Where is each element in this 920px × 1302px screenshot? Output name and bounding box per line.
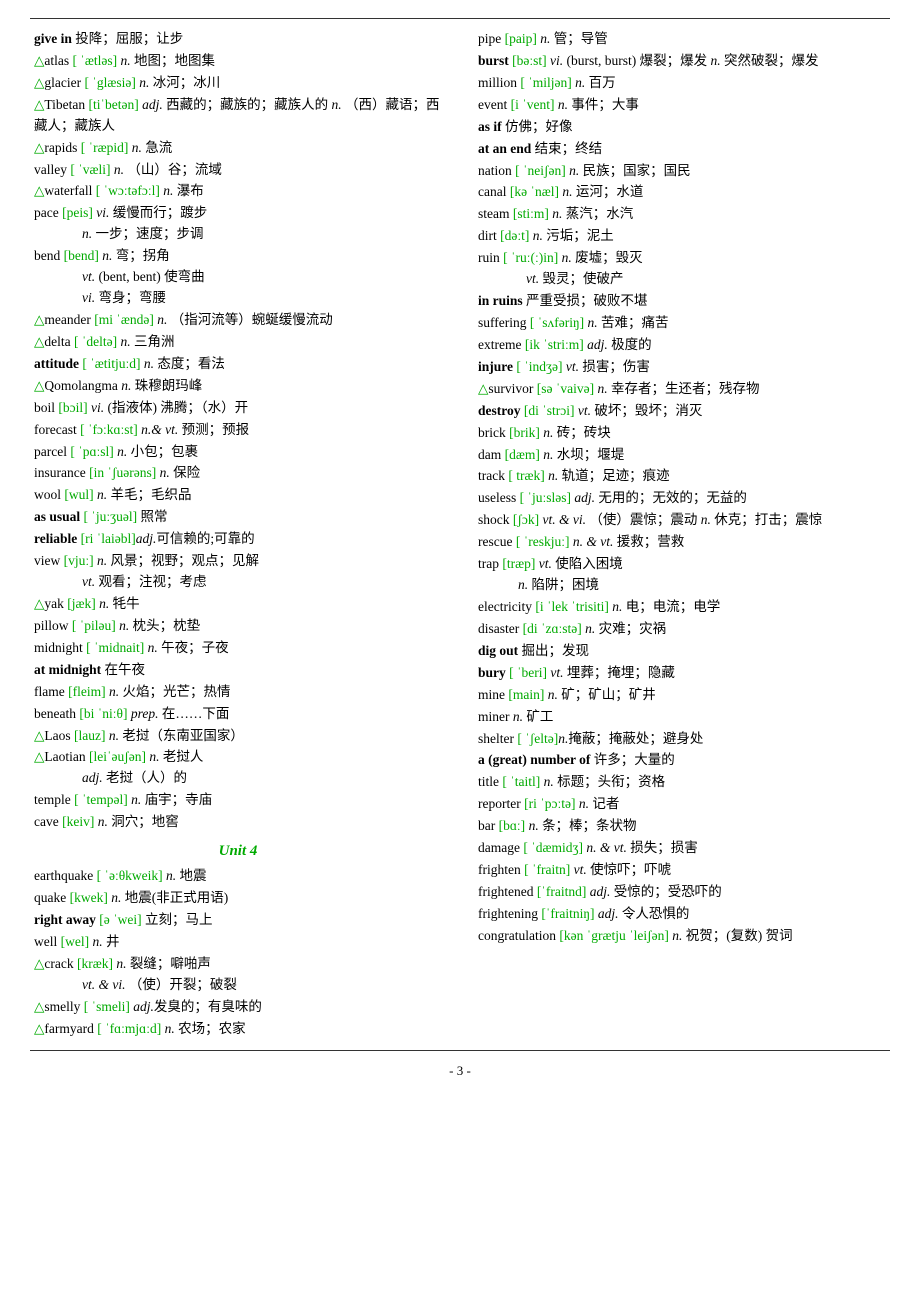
entry-million: million [ ˈmiljən] n. 百万 bbox=[478, 73, 890, 94]
entry-meander: △meander [mi ˈændə] n. （指河流等）蜿蜒缓慢流动 bbox=[34, 310, 442, 331]
entry-as-usual: as usual [ ˈjuːʒuəl] 照常 bbox=[34, 507, 442, 528]
entry-flame: flame [fleim] n. 火焰；光芒；热情 bbox=[34, 682, 442, 703]
entry-shelter: shelter [ ˈʃeltə]n.掩蔽；掩蔽处；避身处 bbox=[478, 729, 890, 750]
entry-boil: boil [bɔil] vi. (指液体) 沸腾；（水）开 bbox=[34, 398, 442, 419]
entry-bury: bury [ ˈberi] vt. 埋葬；掩埋；隐藏 bbox=[478, 663, 890, 684]
bottom-border bbox=[30, 1050, 890, 1051]
unit-header-4: Unit 4 bbox=[34, 843, 442, 860]
entry-earthquake: earthquake [ ˈəːθkweik] n. 地震 bbox=[34, 866, 442, 887]
entry-forecast: forecast [ ˈfɔːkɑːst] n.& vt. 预测；预报 bbox=[34, 420, 442, 441]
entry-track: track [ træk] n. 轨道；足迹；痕迹 bbox=[478, 466, 890, 487]
entry-attitude: attitude [ ˈætitjuːd] n. 态度；看法 bbox=[34, 354, 442, 375]
entry-laotian: △Laotian [leiˈəuʃən] n. 老挝人 adj. 老挝（人）的 bbox=[34, 747, 442, 789]
entry-event: event [i ˈvent] n. 事件；大事 bbox=[478, 95, 890, 116]
entry-dirt: dirt [dəːt] n. 污垢；泥土 bbox=[478, 226, 890, 247]
entry-shock: shock [ʃɔk] vt. & vi. （使）震惊；震动 n. 休克；打击；… bbox=[478, 510, 890, 531]
entry-congratulation: congratulation [kən ˈgrætju ˈleiʃən] n. … bbox=[478, 926, 890, 947]
entry-dig-out: dig out 掘出；发现 bbox=[478, 641, 890, 662]
entry-pipe: pipe [paip] n. 管；导管 bbox=[478, 29, 890, 50]
entry-burst: burst [bəːst] vi. (burst, burst) 爆裂；爆发 n… bbox=[478, 51, 890, 72]
entry-canal: canal [kə ˈnæl] n. 运河；水道 bbox=[478, 182, 890, 203]
entry-frightened: frightened [ˈfraitnd] adj. 受惊的；受恐吓的 bbox=[478, 882, 890, 903]
right-column: pipe [paip] n. 管；导管 burst [bəːst] vi. (b… bbox=[460, 29, 890, 1040]
entry-pace: pace [peis] vi. 缓慢而行；踱步 n. 一步；速度；步调 bbox=[34, 203, 442, 245]
entry-survivor: △survivor [sə ˈvaivə] n. 幸存者；生还者；残存物 bbox=[478, 379, 890, 400]
entry-glacier: △glacier [ ˈglæsiə] n. 冰河；冰川 bbox=[34, 73, 442, 94]
entry-rescue: rescue [ ˈreskjuː] n. & vt. 援救；营救 bbox=[478, 532, 890, 553]
entry-title: title [ ˈtaitl] n. 标题；头衔；资格 bbox=[478, 772, 890, 793]
entry-delta: △delta [ ˈdeltə] n. 三角洲 bbox=[34, 332, 442, 353]
entry-crack: △crack [kræk] n. 裂缝；噼啪声 vt. & vi. （使）开裂；… bbox=[34, 954, 442, 996]
entry-yak: △yak [jæk] n. 牦牛 bbox=[34, 594, 442, 615]
entry-bend: bend [bend] n. 弯；拐角 vt. (bent, bent) 使弯曲… bbox=[34, 246, 442, 309]
entry-ruin: ruin [ ˈruː(ː)in] n. 废墟；毁灭 vt. 毁灵；使破产 bbox=[478, 248, 890, 290]
entry-at-an-end: at an end 结束；终结 bbox=[478, 139, 890, 160]
entry-destroy: destroy [di ˈstrɔi] vt. 破坏；毁坏；消灭 bbox=[478, 401, 890, 422]
entry-parcel: parcel [ ˈpɑːsl] n. 小包；包裹 bbox=[34, 442, 442, 463]
entry-disaster: disaster [di ˈzɑːstə] n. 灾难；灾祸 bbox=[478, 619, 890, 640]
page-number: - 3 - bbox=[30, 1063, 890, 1079]
entry-brick: brick [brik] n. 砖；砖块 bbox=[478, 423, 890, 444]
entry-rapids: △rapids [ ˈræpid] n. 急流 bbox=[34, 138, 442, 159]
entry-view: view [vjuː] n. 风景；视野；观点；见解 vt. 观看；注视；考虑 bbox=[34, 551, 442, 593]
entry-atlas: △atlas [ ˈætlәs] n. 地图；地图集 bbox=[34, 51, 442, 72]
entry-injure: injure [ ˈindʒə] vt. 损害；伤害 bbox=[478, 357, 890, 378]
entry-dam: dam [dæm] n. 水坝；堰堤 bbox=[478, 445, 890, 466]
entry-damage: damage [ ˈdæmidʒ] n. & vt. 损失；损害 bbox=[478, 838, 890, 859]
entry-steam: steam [stiːm] n. 蒸汽；水汽 bbox=[478, 204, 890, 225]
entry-cave: cave [keiv] n. 洞穴；地窖 bbox=[34, 812, 442, 833]
entry-quake: quake [kwek] n. 地震(非正式用语) bbox=[34, 888, 442, 909]
entry-a-great-number-of: a (great) number of 许多；大量的 bbox=[478, 750, 890, 771]
entry-tibetan: △Tibetan [tiˈbetən] adj. 西藏的；藏族的；藏族人的 n.… bbox=[34, 95, 442, 137]
entry-pillow: pillow [ ˈpiləu] n. 枕头；枕垫 bbox=[34, 616, 442, 637]
entry-trap: trap [træp] vt. 使陷入困境 n. 陷阱；困境 bbox=[478, 554, 890, 596]
entry-useless: useless [ ˈjuːsləs] adj. 无用的；无效的；无益的 bbox=[478, 488, 890, 509]
entry-frighten: frighten [ ˈfraitn] vt. 使惊吓；吓唬 bbox=[478, 860, 890, 881]
entry-smelly: △smelly [ ˈsmeli] adj.发臭的；有臭味的 bbox=[34, 997, 442, 1018]
entry-waterfall: △waterfall [ ˈwɔːtəfɔːl] n. 瀑布 bbox=[34, 181, 442, 202]
entry-give-in: give in 投降；屈服；让步 bbox=[34, 29, 442, 50]
entry-reporter: reporter [ri ˈpɔːtə] n. 记者 bbox=[478, 794, 890, 815]
entry-suffering: suffering [ ˈsʌfəriŋ] n. 苦难；痛苦 bbox=[478, 313, 890, 334]
top-border bbox=[30, 18, 890, 19]
entry-wool: wool [wul] n. 羊毛；毛织品 bbox=[34, 485, 442, 506]
entry-beneath: beneath [bi ˈniːθ] prep. 在……下面 bbox=[34, 704, 442, 725]
entry-miner: miner n. 矿工 bbox=[478, 707, 890, 728]
entry-electricity: electricity [i ˈlek ˈtrisiti] n. 电；电流；电学 bbox=[478, 597, 890, 618]
entry-midnight: midnight [ ˈmidnait] n. 午夜；子夜 bbox=[34, 638, 442, 659]
entry-reliable: reliable [ri ˈlaiəbl]adj.可信赖的;可靠的 bbox=[34, 529, 442, 550]
entry-well: well [wel] n. 井 bbox=[34, 932, 442, 953]
entry-at-midnight: at midnight 在午夜 bbox=[34, 660, 442, 681]
entry-qomolangma: △Qomolangma n. 珠穆朗玛峰 bbox=[34, 376, 442, 397]
entry-right-away: right away [ə ˈwei] 立刻；马上 bbox=[34, 910, 442, 931]
entry-valley: valley [ ˈvæli] n. （山）谷；流域 bbox=[34, 160, 442, 181]
entry-laos: △Laos [lauz] n. 老挝（东南亚国家） bbox=[34, 726, 442, 747]
entry-extreme: extreme [ik ˈstriːm] adj. 极度的 bbox=[478, 335, 890, 356]
entry-farmyard: △farmyard [ ˈfɑːmjɑːd] n. 农场；农家 bbox=[34, 1019, 442, 1040]
entry-bar: bar [bɑː] n. 条；棒；条状物 bbox=[478, 816, 890, 837]
entry-mine: mine [main] n. 矿；矿山；矿井 bbox=[478, 685, 890, 706]
entry-temple: temple [ ˈtempəl] n. 庙宇；寺庙 bbox=[34, 790, 442, 811]
entry-as-if: as if 仿佛；好像 bbox=[478, 117, 890, 138]
main-content: give in 投降；屈服；让步 △atlas [ ˈætlәs] n. 地图；… bbox=[30, 29, 890, 1040]
left-column: give in 投降；屈服；让步 △atlas [ ˈætlәs] n. 地图；… bbox=[30, 29, 460, 1040]
entry-in-ruins: in ruins 严重受损；破败不堪 bbox=[478, 291, 890, 312]
entry-insurance: insurance [in ˈʃuərəns] n. 保险 bbox=[34, 463, 442, 484]
entry-nation: nation [ ˈneiʃən] n. 民族；国家；国民 bbox=[478, 161, 890, 182]
entry-frightening: frightening [ˈfraitniŋ] adj. 令人恐惧的 bbox=[478, 904, 890, 925]
